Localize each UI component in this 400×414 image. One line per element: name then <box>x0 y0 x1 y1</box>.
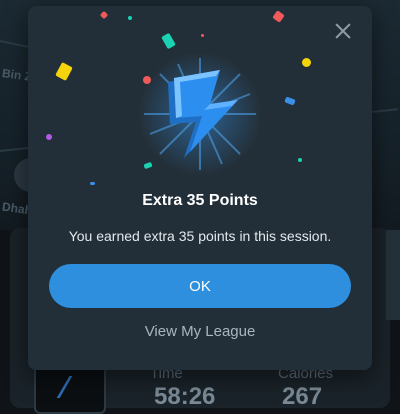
view-my-league-link[interactable]: View My League <box>28 323 372 340</box>
route-line <box>40 376 100 398</box>
side-panel <box>386 230 400 320</box>
reward-title: Extra 35 Points <box>142 192 258 209</box>
reward-message: You earned extra 35 points in this sessi… <box>68 228 332 244</box>
time-value: 58:26 <box>154 383 216 410</box>
reward-dialog: Extra 35 Points You earned extra 35 poin… <box>28 6 372 370</box>
ok-button[interactable]: OK <box>49 264 351 308</box>
lightning-bolt-icon <box>138 52 262 176</box>
calories-value: 267 <box>282 383 323 410</box>
